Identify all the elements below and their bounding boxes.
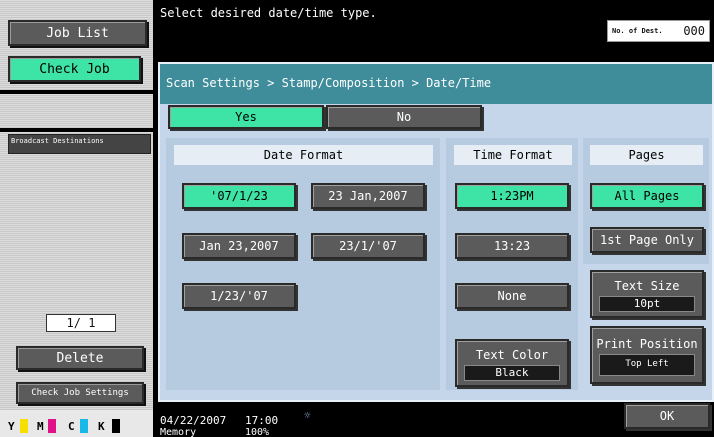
ok-button[interactable]: OK <box>624 403 710 429</box>
broadcast-destinations-label: Broadcast Destinations <box>8 134 151 154</box>
breadcrumb: Scan Settings > Stamp/Composition > Date… <box>160 64 712 104</box>
no-toggle-button[interactable]: No <box>326 105 482 129</box>
toner-y-label: Y <box>8 420 15 433</box>
page-counter: 1/ 1 <box>46 314 116 332</box>
delete-button[interactable]: Delete <box>16 346 144 370</box>
instruction-message: Select desired date/time type. <box>160 6 377 20</box>
text-color-label: Text Color <box>475 347 549 362</box>
date-format-option[interactable]: Jan 23,2007 <box>182 233 296 259</box>
dest-count-value: 000 <box>683 24 705 38</box>
toner-y-level <box>20 419 28 433</box>
divider <box>0 128 153 132</box>
date-format-title: Date Format <box>174 145 433 165</box>
dest-count-label: No. of Dest. <box>612 26 663 35</box>
pages-title: Pages <box>590 145 703 165</box>
check-job-button[interactable]: Check Job <box>8 56 141 82</box>
date-format-option[interactable]: 23 Jan,2007 <box>311 183 425 209</box>
text-size-value: 10pt <box>598 295 696 312</box>
toner-m-label: M <box>37 420 44 433</box>
toner-k-label: K <box>98 420 105 433</box>
memory-label: Memory <box>160 427 197 437</box>
status-time: 17:00 <box>245 414 279 427</box>
divider <box>0 90 153 94</box>
toner-c-label: C <box>68 420 75 433</box>
text-size-label: Text Size <box>614 278 680 293</box>
check-job-settings-button[interactable]: Check Job Settings <box>16 382 144 404</box>
time-format-option[interactable]: None <box>455 283 569 309</box>
text-color-value: Black <box>463 364 561 381</box>
job-list-button[interactable]: Job List <box>8 20 147 46</box>
toner-m-level <box>48 419 56 433</box>
pages-option[interactable]: All Pages <box>590 183 704 209</box>
date-format-option[interactable]: 1/23/'07 <box>182 283 296 309</box>
pages-option[interactable]: 1st Page Only <box>590 227 704 253</box>
date-format-section <box>166 138 440 390</box>
status-date: 04/22/2007 <box>160 414 227 427</box>
time-format-option[interactable]: 13:23 <box>455 233 569 259</box>
time-format-title: Time Format <box>454 145 572 165</box>
destination-count: No. of Dest. 000 <box>607 20 710 42</box>
time-format-option[interactable]: 1:23PM <box>455 183 569 209</box>
toner-k-level <box>112 419 120 433</box>
text-size-button[interactable]: Text Size 10pt <box>590 270 704 318</box>
print-position-label: Print Position <box>596 336 698 351</box>
date-format-option[interactable]: '07/1/23 <box>182 183 296 209</box>
memory-value: 100% <box>245 427 270 437</box>
date-format-option[interactable]: 23/1/'07 <box>311 233 425 259</box>
network-icon: ☼ <box>304 409 311 422</box>
print-position-button[interactable]: Print Position Top Left <box>590 326 704 384</box>
print-position-value: Top Left <box>598 353 696 376</box>
text-color-button[interactable]: Text Color Black <box>455 339 569 387</box>
toner-c-level <box>80 419 88 433</box>
yes-toggle-button[interactable]: Yes <box>168 105 324 129</box>
